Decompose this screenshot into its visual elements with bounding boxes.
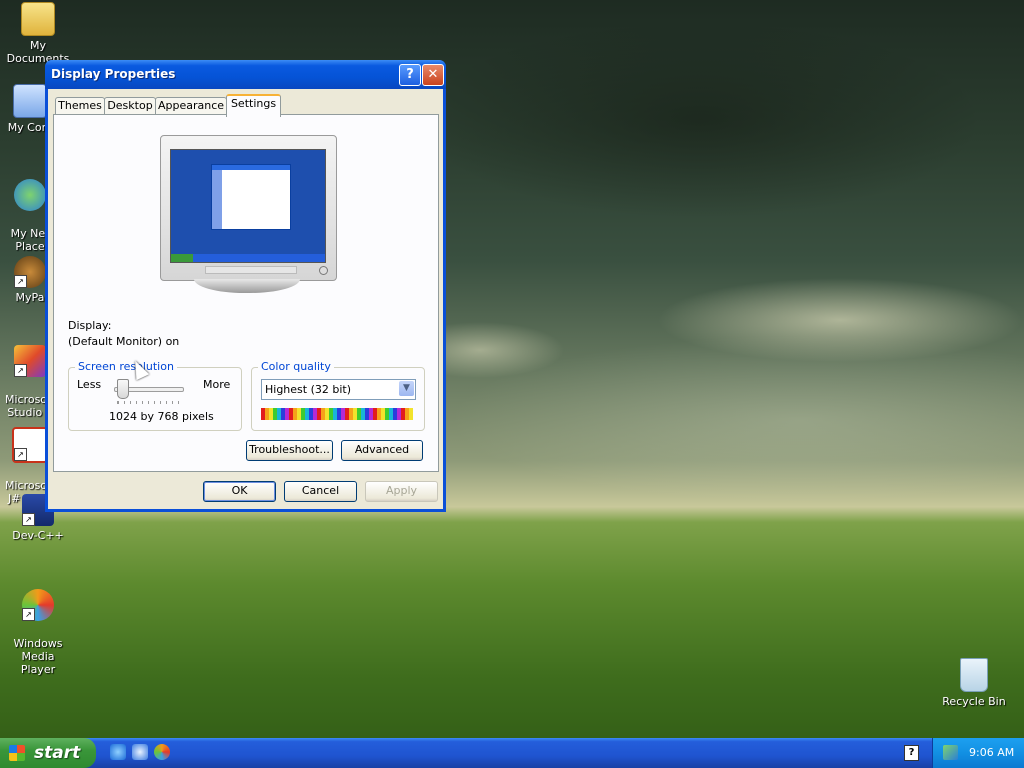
media-player-icon: ↗	[22, 589, 54, 621]
cancel-button[interactable]: Cancel	[284, 481, 357, 502]
windows-logo-icon	[9, 745, 25, 761]
desktop-icon-recycle-bin[interactable]: Recycle Bin	[936, 658, 1012, 708]
slider-ticks	[117, 401, 184, 404]
desktop-icon-label: Windows Media Player	[13, 637, 63, 676]
monitor-slot	[205, 266, 297, 274]
help-tray-icon[interactable]: ?	[904, 745, 919, 761]
network-places-icon	[14, 179, 46, 211]
monitor-preview	[160, 135, 337, 281]
monitor-stand	[194, 279, 300, 293]
close-icon: ✕	[427, 67, 439, 82]
tab-desktop[interactable]: Desktop	[104, 97, 156, 115]
desktop-icon-label: Dev-C++	[12, 529, 64, 542]
display-label: Display:	[68, 319, 112, 332]
color-quality-caption: Color quality	[258, 360, 334, 373]
window-title: Display Properties	[51, 67, 176, 81]
network-tray-icon[interactable]	[943, 745, 958, 760]
preview-start	[171, 254, 193, 262]
troubleshoot-button[interactable]: Troubleshoot...	[246, 440, 333, 461]
shortcut-arrow-icon: ↗	[14, 448, 27, 461]
desktop-icon-label: Recycle Bin	[942, 695, 1006, 708]
monitor-power-icon	[319, 266, 328, 275]
advanced-button[interactable]: Advanced	[341, 440, 423, 461]
screen-resolution-group: Screen resolution Less More 1024 by 768 …	[68, 360, 242, 431]
shortcut-arrow-icon: ↗	[22, 513, 35, 526]
my-computer-icon	[13, 84, 47, 118]
less-label: Less	[77, 378, 102, 391]
recycle-bin-icon	[960, 658, 988, 692]
color-spectrum-bar	[261, 408, 413, 420]
chevron-down-icon[interactable]: ▼	[399, 381, 414, 396]
start-label: start	[34, 743, 81, 763]
more-label: More	[203, 378, 231, 391]
internet-explorer-icon[interactable]	[110, 744, 126, 760]
color-quality-select[interactable]: Highest (32 bit) ▼	[261, 379, 416, 400]
screen-resolution-caption: Screen resolution	[75, 360, 177, 373]
start-button[interactable]: start	[0, 738, 96, 768]
close-button[interactable]: ✕	[422, 64, 444, 86]
browser-icon[interactable]	[132, 744, 148, 760]
folder-documents-icon	[21, 2, 55, 36]
dialog-body: Themes Desktop Appearance Settings Displ…	[48, 89, 443, 509]
taskbar: start ? 9:06 AM	[0, 738, 1024, 768]
preview-window	[211, 164, 291, 230]
resolution-slider-thumb[interactable]	[117, 379, 129, 399]
tab-settings[interactable]: Settings	[226, 94, 281, 117]
monitor-screen	[170, 149, 326, 263]
desktop-icon-my-documents[interactable]: My Documents	[0, 2, 76, 65]
color-quality-group: Color quality Highest (32 bit) ▼	[251, 360, 425, 431]
mypa-shortcut-icon: ↗	[14, 256, 46, 288]
media-player-icon[interactable]	[154, 744, 170, 760]
shortcut-arrow-icon: ↗	[22, 608, 35, 621]
display-value: (Default Monitor) on	[68, 335, 180, 348]
tab-themes[interactable]: Themes	[55, 97, 105, 115]
tab-appearance[interactable]: Appearance	[155, 97, 227, 115]
clock[interactable]: 9:06 AM	[969, 746, 1014, 759]
shortcut-arrow-icon: ↗	[14, 364, 27, 377]
title-bar[interactable]: Display Properties ? ✕	[45, 60, 446, 89]
color-quality-value: Highest (32 bit)	[265, 383, 352, 396]
apply-button[interactable]: Apply	[365, 481, 438, 502]
shortcut-arrow-icon: ↗	[14, 275, 27, 288]
question-icon: ?	[406, 67, 414, 82]
resolution-value: 1024 by 768 pixels	[109, 410, 214, 423]
settings-panel: Display: (Default Monitor) on Screen res…	[53, 114, 439, 472]
visual-studio-icon: ↗	[14, 345, 46, 377]
display-properties-window: Display Properties ? ✕ Themes Desktop Ap…	[45, 60, 446, 512]
system-tray: 9:06 AM	[932, 738, 1024, 768]
vj-sharp-icon: ↗	[12, 427, 48, 463]
ok-button[interactable]: OK	[203, 481, 276, 502]
preview-taskbar	[171, 254, 325, 262]
desktop-icon-windows-media-player[interactable]: ↗ Windows Media Player	[0, 576, 76, 689]
help-button[interactable]: ?	[399, 64, 421, 86]
